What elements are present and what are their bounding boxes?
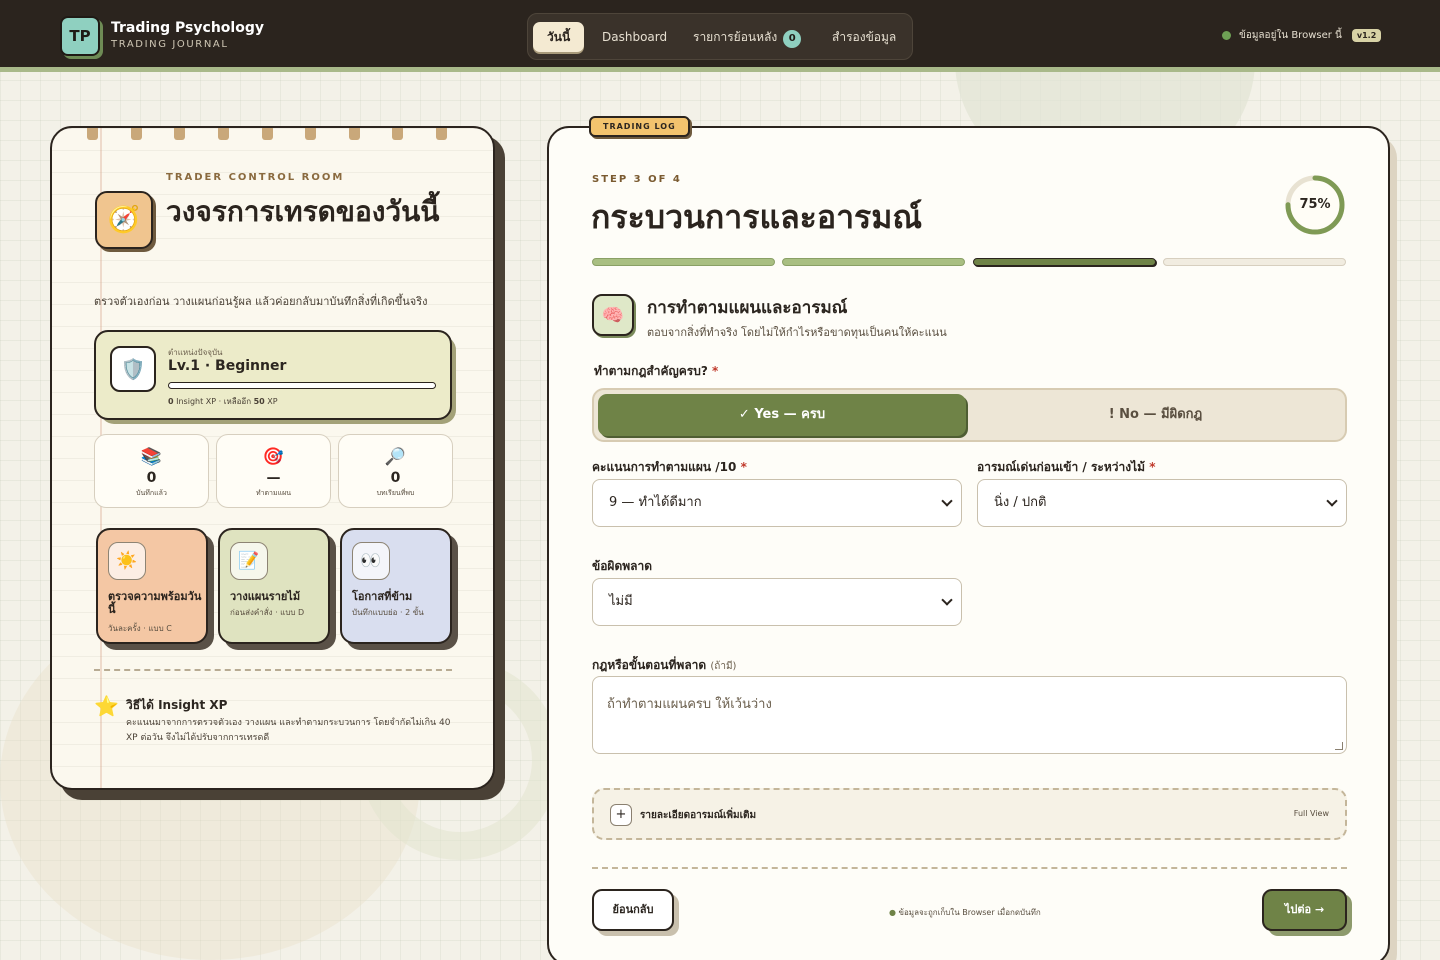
sun-icon: ☀️ [108,542,146,580]
control-room-desc: ตรวจตัวเองก่อน วางแผนก่อนรู้ผล แล้วค่อยก… [94,295,428,308]
tile-subtitle: บันทึกแบบย่อ · 2 ขั้น [352,608,424,617]
storage-status: ข้อมูลอยู่ใน Browser นี้ v1.2 [1222,28,1382,43]
plus-icon: + [610,804,632,826]
target-icon: 🎯 [262,447,285,467]
emotion-details-expander[interactable]: + รายละเอียดอารมณ์เพิ่มเติม Full View [592,788,1347,840]
main-nav: วันนี้ Dashboard รายการย้อนหลัง 0 สำรองข้… [527,13,913,60]
star-icon: ⭐ [94,694,119,718]
status-dot-icon [1222,31,1231,40]
section-desc: ตอบจากสิ่งที่ทำจริง โดยไม่ให้กำไรหรือขาด… [647,326,947,339]
back-button[interactable]: ย้อนกลับ [592,889,674,931]
step-bar-3 [973,258,1156,266]
control-room-title: วงจรการเทรดของวันนี้ [166,195,440,228]
rule-missed-label: กฎหรือขั้นตอนที่พลาด (ถ้ามี) [592,658,737,672]
section-title: การทำตามแผนและอารมณ์ [647,298,848,318]
stat-value: — [266,470,281,486]
resize-handle-icon[interactable] [1335,742,1343,750]
history-count-badge: 0 [783,30,802,48]
stat-logged: 📚 0 บันทึกแล้ว [94,434,209,508]
emotion-label: อารมณ์เด่นก่อนเข้า / ระหว่างไม้ * [977,460,1156,474]
tile-title: วางแผนรายไม้ [230,590,301,603]
stat-plan-adherence: 🎯 — ทำตามแผน [216,434,331,508]
nav-dashboard[interactable]: Dashboard [588,22,681,52]
rule-missed-textarea[interactable]: ถ้าทำตามแผนครบ ให้เว้นว่าง [592,676,1347,754]
emotion-select[interactable]: นิ่ง / ปกติ [977,479,1347,527]
stat-label: ทำตามแผน [255,489,292,497]
rules-yes-option[interactable]: ✓ Yes — ครบ [598,394,966,436]
level-name: Lv.1 · Beginner [168,358,287,374]
nav-backup[interactable]: สำรองข้อมูล [818,22,910,52]
nav-history[interactable]: รายการย้อนหลัง 0 [679,22,815,52]
shield-icon: 🛡️ [110,346,156,392]
compass-icon: 🧭 [95,191,153,249]
stat-lessons: 🔎 0 บทเรียนที่พบ [338,434,453,508]
nav-dashboard-label: Dashboard [602,30,668,44]
mistake-selected-value: ไม่มี [609,594,633,609]
progress-percent: 75% [1299,197,1331,212]
step-bar-4 [1163,258,1346,266]
full-view-label: Full View [1293,809,1329,818]
divider [94,669,452,671]
tile-skipped-opportunity[interactable]: 👀 โอกาสที่ข้าม บันทึกแบบย่อ · 2 ขั้น [340,528,452,644]
control-room-eyebrow: TRADER CONTROL ROOM [166,172,345,183]
stat-value: 0 [390,470,401,486]
level-progress-bar [168,382,436,389]
step-bar-1 [592,258,775,266]
stat-label: บันทึกแล้ว [136,489,167,497]
tile-subtitle: วันละครั้ง · แบบ C [108,624,172,633]
storage-status-text: ข้อมูลอยู่ใน Browser นี้ [1239,30,1342,41]
brain-icon: 🧠 [592,294,634,336]
rules-toggle: ✓ Yes — ครบ ! No — มีผิดกฎ [592,388,1347,442]
tile-title: โอกาสที่ข้าม [352,590,413,603]
textarea-placeholder: ถ้าทำตามแผนครบ ให้เว้นว่าง [607,697,772,712]
mistake-label: ข้อผิดพลาด [592,559,653,573]
app-logo[interactable]: TP [60,16,100,56]
nav-today[interactable]: วันนี้ [533,22,585,52]
tile-subtitle: ก่อนส่งคำสั่ง · แบบ D [230,608,305,617]
eyes-icon: 👀 [352,542,390,580]
nav-today-label: วันนี้ [547,30,571,44]
version-badge: v1.2 [1351,29,1382,42]
memo-icon: 📝 [230,542,268,580]
insight-desc: คะแนนมาจากการตรวจตัวเอง วางแผน และทำตามก… [126,718,451,743]
footer-note: ● ข้อมูลจะถูกเก็บใน Browser เมื่อกดบันทึ… [889,908,1041,917]
brand-subtitle: TRADING JOURNAL [111,39,229,50]
next-button[interactable]: ไปต่อ → [1262,889,1347,931]
chevron-down-icon [1326,495,1338,507]
mistake-select[interactable]: ไม่มี [592,578,962,626]
form-title: กระบวนการและอารมณ์ [591,198,923,236]
insight-title: วิธีได้ Insight XP [126,698,228,712]
tile-title: ตรวจความพร้อมวันนี้ [108,590,202,616]
divider [592,867,1347,869]
books-icon: 📚 [140,447,163,467]
nav-history-label: รายการย้อนหลัง [693,30,778,44]
stat-label: บทเรียนที่พบ [376,489,415,497]
trading-log-tag: TRADING LOG [589,116,690,137]
step-bar-2 [782,258,965,266]
score-select[interactable]: 9 — ทำได้ดีมาก [592,479,962,527]
score-label: คะแนนการทำตามแผน /10 * [592,460,747,474]
emotion-selected-value: นิ่ง / ปกติ [994,495,1047,510]
rules-label: ทำตามกฎสำคัญครบ? * [594,364,719,378]
nav-backup-label: สำรองข้อมูล [832,30,897,44]
top-bar: TP Trading Psychology TRADING JOURNAL วั… [0,0,1440,72]
stat-value: 0 [146,470,157,486]
brand-title: Trading Psychology [111,20,264,36]
notebook-spiral [87,128,447,140]
score-selected-value: 9 — ทำได้ดีมาก [609,495,702,510]
rules-no-option[interactable]: ! No — มีผิดกฎ [968,394,1343,436]
tile-trade-plan[interactable]: 📝 วางแผนรายไม้ ก่อนส่งคำสั่ง · แบบ D [218,528,330,644]
tile-readiness-check[interactable]: ☀️ ตรวจความพร้อมวันนี้ วันละครั้ง · แบบ … [96,528,208,644]
chevron-down-icon [941,495,953,507]
level-card: 🛡️ ตำแหน่งปัจจุบัน Lv.1 · Beginner 0 Ins… [94,330,452,420]
level-xp-text: 0 Insight XP · เหลืออีก 50 XP [168,397,278,406]
chevron-down-icon [941,594,953,606]
details-title: รายละเอียดอารมณ์เพิ่มเติม [640,810,757,821]
trading-log-form: TRADING LOG STEP 3 OF 4 กระบวนการและอารม… [547,116,1390,960]
control-room-card: TRADER CONTROL ROOM 🧭 วงจรการเทรดของวันน… [50,126,495,790]
magnifier-icon: 🔎 [384,447,407,467]
step-indicator: STEP 3 OF 4 [592,174,682,185]
